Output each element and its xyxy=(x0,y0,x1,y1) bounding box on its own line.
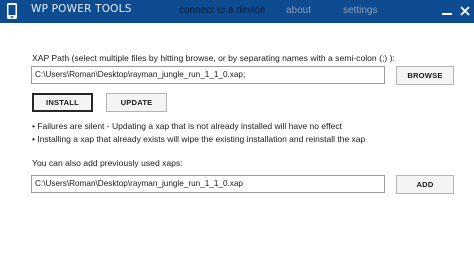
previous-xap-input[interactable]: C:\Users\Roman\Desktop\rayman_jungle_run… xyxy=(31,175,385,193)
xap-path-label: XAP Path (select multiple files by hitti… xyxy=(32,53,395,63)
app-title: WP POWER TOOLS xyxy=(31,3,132,15)
install-button[interactable]: INSTALL xyxy=(32,93,93,112)
note-failures-silent: • Failures are silent - Updating a xap t… xyxy=(32,121,342,131)
title-bar: WP POWER TOOLS connect to a device about… xyxy=(0,0,474,23)
browse-button[interactable]: BROWSE xyxy=(396,66,454,85)
phone-icon xyxy=(7,3,17,19)
nav-settings[interactable]: settings xyxy=(343,5,377,16)
nav-connect-to-device[interactable]: connect to a device xyxy=(179,5,265,16)
window-controls xyxy=(439,0,474,23)
close-icon[interactable] xyxy=(459,5,471,17)
note-reinstall: • Installing a xap that already exists w… xyxy=(32,134,366,144)
update-button[interactable]: UPDATE xyxy=(106,93,167,112)
xap-path-input[interactable]: C:\Users\Roman\Desktop\rayman_jungle_run… xyxy=(31,66,385,84)
previous-xaps-label: You can also add previously used xaps: xyxy=(32,158,183,168)
minimize-icon[interactable] xyxy=(441,5,453,17)
add-button[interactable]: ADD xyxy=(396,175,454,194)
nav-about[interactable]: about xyxy=(286,5,311,16)
